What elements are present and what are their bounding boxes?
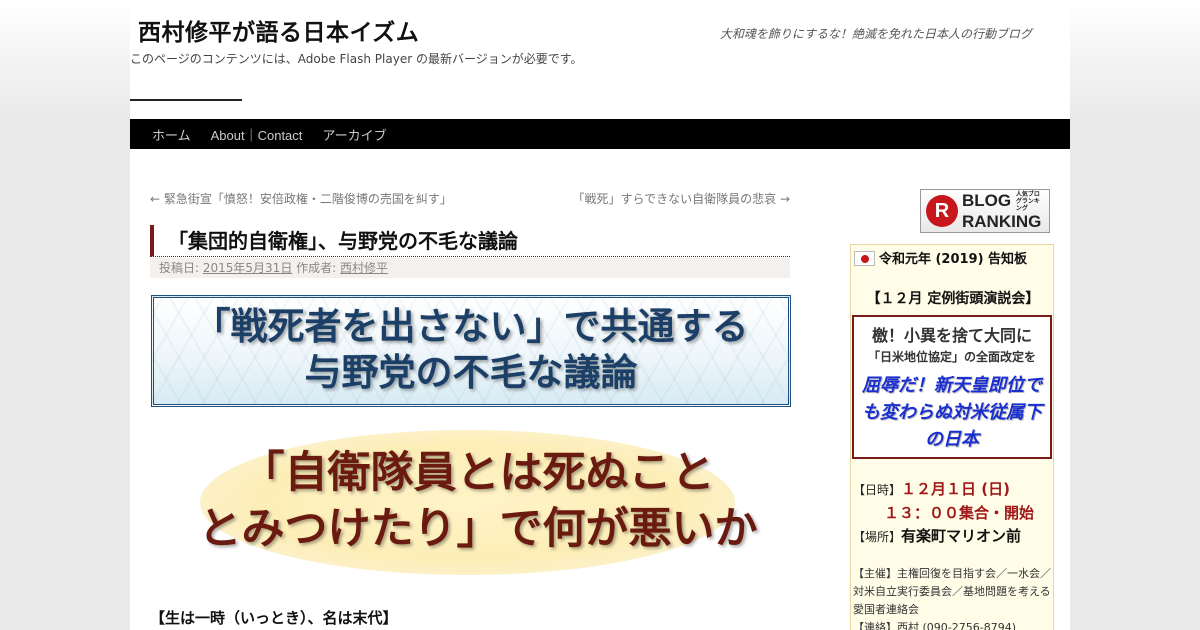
notice-slogan-box: 檄！小異を捨て大同に 「日米地位協定」の全面改定を 屈辱だ！新天皇即位でも変わら… (852, 315, 1052, 459)
banner2-line1: 「自衛隊員とは死ぬこと (241, 448, 715, 498)
notice-board: 令和元年 (2019) 告知板 【１２月 定例街頭演説会】 檄！小異を捨て大同に… (850, 244, 1054, 630)
site-title[interactable]: 西村修平が語る日本イズム (138, 13, 419, 47)
nav-item-home[interactable]: ホーム (142, 125, 201, 144)
posted-label: 投稿日: (159, 261, 200, 275)
banner1-line2: 与野党の不毛な議論 (304, 351, 638, 394)
event-organizer: 【主催】主権回復を目指す会／一水会／対米自立実行委員会／基地問題を考える愛国者連… (853, 567, 1051, 616)
post-date-link[interactable]: 2015年5月31日 (203, 261, 292, 275)
ranking-line2: RANKING (962, 211, 1042, 231)
post-subheading: 【生は一時（いっとき）、名は末代】 (150, 609, 398, 627)
ranking-logo-icon: R (926, 195, 958, 227)
author-link[interactable]: 西村修平 (340, 261, 388, 275)
ranking-line1: BLOG 人気ブログランキング (962, 190, 1040, 212)
notice-subtitle: 【１２月 定例街頭演説会】 (866, 291, 1040, 307)
post-title: 「集団的自衛権」、与野党の不毛な議論 (150, 225, 790, 257)
flash-player-notice: このページのコンテンツには、Adobe Flash Player の最新バージョ… (130, 52, 583, 66)
nav-item-about-contact[interactable]: About｜Contact (201, 125, 313, 144)
notice-title: 令和元年 (2019) 告知板 (878, 252, 1028, 267)
prev-post-link[interactable]: ← 緊急街宣「憤怒！安倍政権・二階俊博の売国を糾す」 (150, 190, 452, 207)
event-place: 【場所】有楽町マリオン前 (853, 527, 1022, 545)
event-time: １３：００集合・開始 (884, 504, 1035, 522)
author-label: 作成者: (296, 261, 337, 275)
main-nav: ホーム About｜Contact アーカイブ (130, 119, 1070, 149)
next-post-link[interactable]: 「戦死」すらできない自衛隊員の悲哀 → (572, 190, 790, 207)
nav-item-archive[interactable]: アーカイブ (312, 125, 396, 144)
slogan-line3: 屈辱だ！新天皇即位でも変わらぬ対米従属下の日本 (862, 375, 1042, 450)
divider (130, 99, 242, 101)
blog-ranking-button[interactable]: R BLOG 人気ブログランキング RANKING (920, 189, 1050, 233)
slogan-line2: 「日米地位協定」の全面改定を (867, 350, 1036, 364)
page-container: 西村修平が語る日本イズム 大和魂を飾りにするな！絶滅を免れた日本人の行動ブログ … (130, 0, 1070, 630)
ranking-small-label: 人気ブログランキング (1015, 191, 1040, 212)
slogan-line1: 檄！小異を捨て大同に (871, 326, 1032, 345)
event-contact: 【連絡】西村 (090-2756-8794) (853, 621, 1017, 630)
banner1-line1: 「戦死者を出さない」で共通する (193, 305, 749, 348)
event-date: 【日時】１２月１日 (日) (853, 480, 1010, 498)
quote-banner-image: 「自衛隊員とは死ぬこと とみつけたり」で何が悪いか (178, 425, 778, 585)
ranking-text: BLOG 人気ブログランキング RANKING (962, 190, 1042, 231)
banner2-line2: とみつけたり」で何が悪いか (198, 504, 758, 554)
headline-banner-image: 「戦死者を出さない」で共通する 与野党の不毛な議論 (151, 295, 791, 407)
site-description: 大和魂を飾りにするな！絶滅を免れた日本人の行動ブログ (719, 27, 1032, 41)
post-meta: 投稿日: 2015年5月31日 作成者: 西村修平 (150, 258, 790, 278)
